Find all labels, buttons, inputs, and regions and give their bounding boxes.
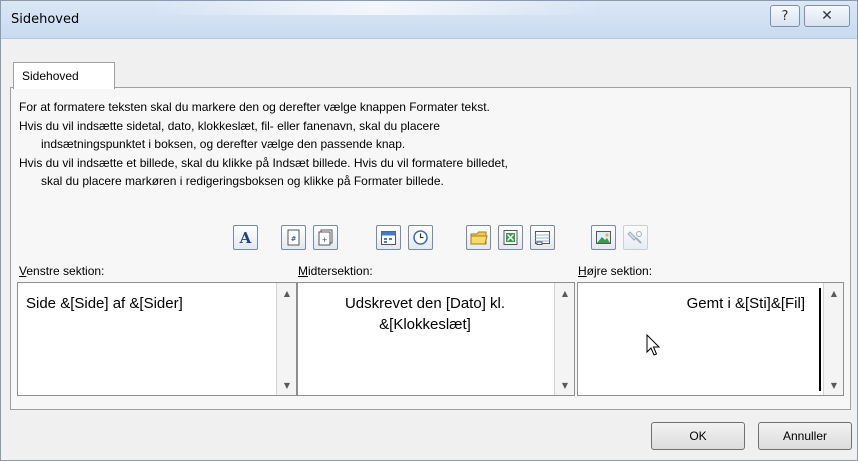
page-number-icon: # bbox=[287, 229, 300, 246]
left-section-editbox[interactable]: Side &[Side] af &[Sider] ▲ ▼ bbox=[17, 282, 297, 396]
scroll-down-icon[interactable]: ▼ bbox=[555, 377, 575, 393]
mouse-cursor-icon bbox=[646, 334, 661, 356]
insert-picture-icon bbox=[596, 231, 611, 244]
right-section-scrollbar[interactable]: ▲ ▼ bbox=[823, 283, 843, 395]
instruction-line: Hvis du vil indsætte et billede, skal du… bbox=[19, 155, 508, 170]
center-section-scrollbar[interactable]: ▲ ▼ bbox=[554, 283, 574, 395]
file-path-icon bbox=[470, 231, 488, 244]
scroll-up-icon[interactable]: ▲ bbox=[824, 285, 844, 301]
format-text-button[interactable]: A bbox=[233, 225, 258, 250]
text-caret bbox=[819, 288, 821, 391]
left-section-label-text: enstre sektion: bbox=[26, 264, 105, 278]
sheet-name-icon bbox=[535, 231, 550, 245]
insert-page-number-button[interactable]: # bbox=[281, 225, 306, 250]
instruction-line: For at formatere teksten skal du markere… bbox=[19, 100, 490, 114]
scroll-up-icon[interactable]: ▲ bbox=[555, 285, 575, 301]
close-icon: ✕ bbox=[821, 8, 833, 24]
header-dialog: Sidehoved ? ✕ Sidehoved For at formatere… bbox=[0, 0, 858, 461]
center-section-label-text: idtersektion: bbox=[308, 264, 373, 278]
insert-date-button[interactable] bbox=[376, 225, 401, 250]
right-section-hotkey: H bbox=[578, 264, 587, 278]
insert-page-count-button[interactable]: + bbox=[313, 225, 338, 250]
instruction-line: skal du placere markøren i redigeringsbo… bbox=[41, 174, 444, 188]
center-section-editbox[interactable]: Udskrevet den [Dato] kl. &[Klokkeslæt] ▲… bbox=[297, 282, 575, 396]
file-name-icon bbox=[503, 230, 518, 245]
help-icon: ? bbox=[781, 8, 789, 24]
insert-file-name-button[interactable] bbox=[498, 225, 523, 250]
insert-sheet-name-button[interactable] bbox=[530, 225, 555, 250]
format-text-icon: A bbox=[239, 228, 252, 247]
svg-text:+: + bbox=[322, 236, 328, 244]
date-icon bbox=[381, 231, 396, 245]
insert-file-path-button[interactable] bbox=[466, 225, 491, 250]
instruction-line: indsætningspunktet i boksen, og derefter… bbox=[41, 137, 406, 151]
scroll-up-icon[interactable]: ▲ bbox=[277, 285, 297, 301]
title-bar-glow bbox=[151, 1, 601, 15]
left-section-label: Venstre sektion: bbox=[19, 264, 104, 278]
title-bar[interactable]: Sidehoved ? ✕ bbox=[1, 1, 857, 39]
close-button[interactable]: ✕ bbox=[804, 5, 850, 27]
scroll-down-icon[interactable]: ▼ bbox=[824, 377, 844, 393]
instruction-line: Hvis du vil indsætte sidetal, dato, klok… bbox=[19, 118, 440, 133]
right-section-label-text: øjre sektion: bbox=[586, 264, 653, 278]
svg-text:#: # bbox=[291, 235, 297, 243]
help-button[interactable]: ? bbox=[770, 5, 800, 27]
instructions-text: For at formatere teksten skal du markere… bbox=[19, 98, 839, 191]
center-section-value[interactable]: Udskrevet den [Dato] kl. &[Klokkeslæt] bbox=[306, 293, 544, 335]
insert-picture-button[interactable] bbox=[591, 225, 616, 250]
right-section-label: Højre sektion: bbox=[578, 264, 652, 278]
right-section-editbox[interactable]: Gemt i &[Sti]&[Fil] ▲ ▼ bbox=[577, 282, 844, 396]
format-picture-button[interactable] bbox=[623, 225, 648, 250]
number-of-pages-icon: + bbox=[318, 229, 333, 246]
time-icon bbox=[413, 230, 428, 245]
center-section-hotkey: M bbox=[298, 264, 308, 278]
tab-sidehoved[interactable]: Sidehoved bbox=[13, 62, 115, 89]
ok-button[interactable]: OK bbox=[651, 422, 745, 450]
window-title: Sidehoved bbox=[11, 12, 80, 27]
right-section-value[interactable]: Gemt i &[Sti]&[Fil] bbox=[586, 293, 805, 314]
left-section-value[interactable]: Side &[Side] af &[Sider] bbox=[26, 293, 266, 314]
left-section-scrollbar[interactable]: ▲ ▼ bbox=[276, 283, 296, 395]
scroll-down-icon[interactable]: ▼ bbox=[277, 377, 297, 393]
format-picture-icon bbox=[627, 231, 642, 244]
center-section-label: Midtersektion: bbox=[298, 264, 373, 278]
insert-time-button[interactable] bbox=[408, 225, 433, 250]
cancel-button[interactable]: Annuller bbox=[758, 422, 852, 450]
